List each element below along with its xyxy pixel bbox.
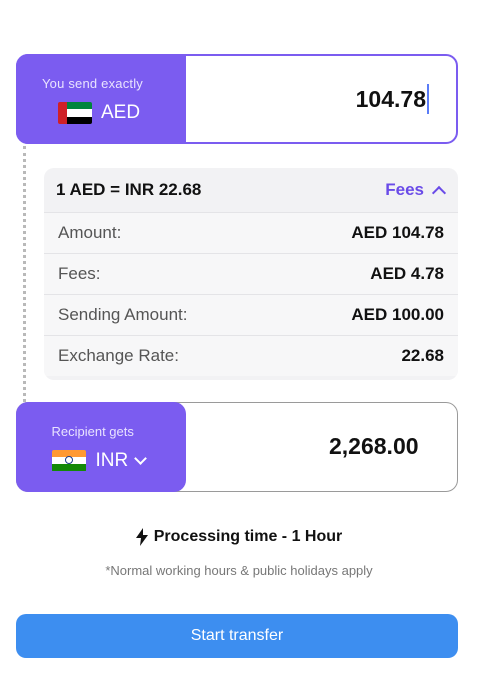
send-amount-card: You send exactly AED 104.78 [16, 54, 458, 144]
send-currency-panel[interactable]: You send exactly AED [16, 54, 186, 144]
send-amount-input[interactable]: 104.78 [356, 86, 426, 113]
rate-header: 1 AED = INR 22.68 Fees [44, 168, 458, 212]
india-flag-icon [51, 449, 86, 472]
processing-time-text: Processing time - 1 Hour [153, 528, 343, 545]
chevron-up-icon [431, 185, 447, 201]
processing-time: Processing time - 1 Hour [0, 528, 478, 546]
chevron-down-icon [134, 451, 148, 465]
start-transfer-button[interactable]: Start transfer [16, 614, 458, 658]
send-currency-selector[interactable]: AED [58, 100, 140, 126]
recipient-currency-panel[interactable]: Recipient gets INR [15, 401, 186, 492]
fees-toggle-button[interactable]: Fees [385, 180, 447, 201]
uae-flag-icon [58, 102, 92, 124]
text-cursor [427, 84, 429, 114]
recipient-currency-code: INR [95, 449, 129, 471]
send-currency-code: AED [101, 102, 141, 123]
send-caption: You send exactly [42, 76, 144, 91]
row-value: AED 4.78 [370, 264, 444, 283]
fee-breakdown-list: Amount: AED 104.78 Fees: AED 4.78 Sendin… [44, 212, 458, 376]
recipient-amount-card: Recipient gets INR 2,268.00 [15, 401, 458, 492]
processing-note: *Normal working hours & public holidays … [105, 563, 373, 578]
fee-row-exchange-rate: Exchange Rate: 22.68 [44, 335, 458, 376]
recipient-caption: Recipient gets [51, 423, 134, 439]
row-label: Exchange Rate: [58, 346, 179, 365]
fee-row-amount: Amount: AED 104.78 [44, 212, 458, 253]
recipient-amount-value: 2,268.00 [329, 433, 419, 459]
row-label: Sending Amount: [58, 305, 188, 324]
fee-row-fees: Fees: AED 4.78 [44, 253, 458, 294]
dotted-connector [23, 146, 26, 402]
fee-row-sending-amount: Sending Amount: AED 100.00 [44, 294, 458, 335]
lightning-icon [135, 528, 148, 546]
row-label: Fees: [58, 264, 101, 283]
exchange-rate-panel: 1 AED = INR 22.68 Fees Amount: AED 104.7… [44, 168, 458, 380]
row-value: AED 104.78 [351, 223, 444, 242]
fees-toggle-label: Fees [385, 180, 424, 199]
row-value: 22.68 [401, 346, 444, 365]
exchange-rate-summary: 1 AED = INR 22.68 [56, 180, 202, 199]
row-value: AED 100.00 [351, 305, 444, 324]
recipient-currency-selector[interactable]: INR [51, 448, 148, 474]
row-label: Amount: [58, 223, 122, 242]
